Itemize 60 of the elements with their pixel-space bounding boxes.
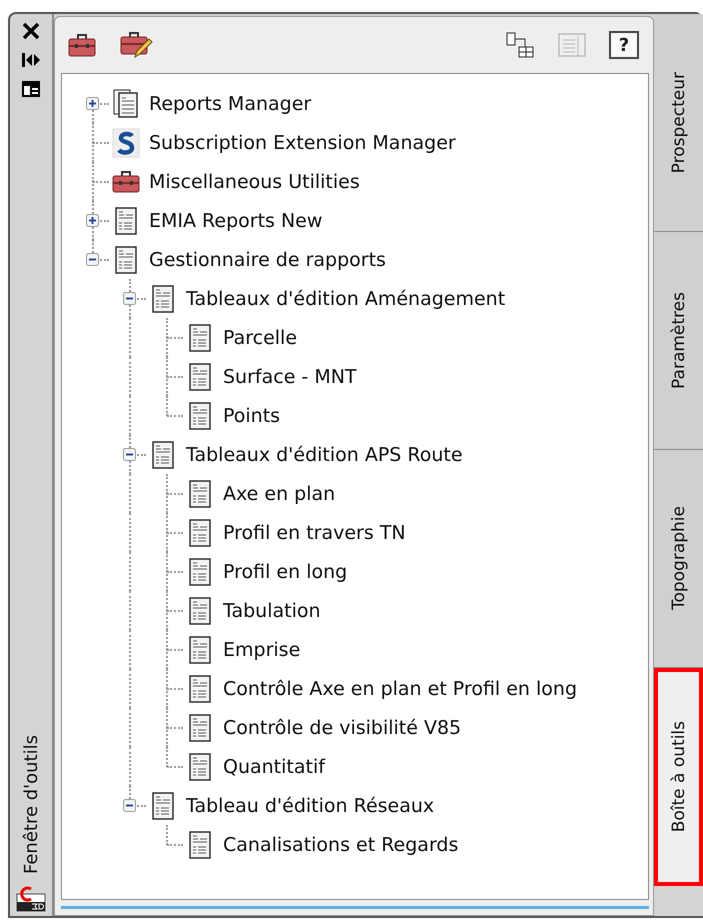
tree-item[interactable]: Contrôle de visibilité V85: [223, 716, 462, 738]
tree-item[interactable]: Parcelle: [223, 326, 298, 348]
report-icon: [189, 674, 211, 702]
toolbox-icon: [111, 170, 141, 194]
collapse-icon[interactable]: [123, 799, 136, 812]
report-icon: [115, 206, 137, 234]
tree-item[interactable]: Miscellaneous Utilities: [149, 170, 360, 192]
toolbox-icon[interactable]: [67, 32, 97, 58]
tree-item[interactable]: Canalisations et Regards: [223, 834, 458, 856]
tree-item[interactable]: Emprise: [223, 638, 300, 660]
side-tab[interactable]: Paramètres: [654, 232, 703, 450]
tree-item[interactable]: Subscription Extension Manager: [149, 132, 456, 154]
tree-item[interactable]: Profil en long: [223, 560, 348, 582]
s-letter-icon: [112, 128, 140, 158]
report-icon: [189, 714, 211, 742]
expand-icon[interactable]: [86, 97, 99, 110]
expand-icon[interactable]: [86, 214, 99, 227]
report-icon: [189, 752, 211, 780]
app-logo-icon: [16, 886, 46, 912]
side-tab[interactable]: Boîte à outils: [654, 668, 703, 886]
list-view-icon: [557, 31, 587, 59]
toolbox-pencil-icon[interactable]: [119, 30, 153, 60]
side-tab[interactable]: Topographie: [654, 450, 703, 668]
tree-item[interactable]: Points: [223, 404, 280, 426]
report-icon: [189, 830, 211, 858]
report-icon: [189, 402, 211, 430]
report-icon: [189, 518, 211, 546]
report-icon: [189, 480, 211, 508]
report-icon: [189, 558, 211, 586]
report-icon: [189, 636, 211, 664]
close-icon[interactable]: [22, 22, 40, 40]
tree-item[interactable]: Tableaux d'édition APS Route: [186, 444, 463, 466]
window-title: Fenêtre d'outils: [20, 734, 42, 874]
tree-item[interactable]: Axe en plan: [223, 482, 336, 504]
report-icon: [189, 324, 211, 352]
report-icon: [152, 284, 174, 312]
tree-item[interactable]: Contrôle Axe en plan et Profil en long: [223, 678, 578, 700]
collapse-icon[interactable]: [123, 292, 136, 305]
tree-view-icon[interactable]: [505, 31, 535, 59]
report-icon: [152, 440, 174, 468]
report-stack-icon: [113, 88, 139, 118]
tree-item[interactable]: Reports Manager: [149, 92, 312, 114]
auto-hide-icon[interactable]: [21, 52, 41, 68]
report-icon: [115, 246, 137, 274]
report-icon: [152, 792, 174, 820]
tree-item[interactable]: Tableaux d'édition Aménagement: [186, 288, 506, 310]
tree-item[interactable]: Profil en travers TN: [223, 522, 406, 544]
help-button[interactable]: ?: [609, 31, 639, 59]
collapse-icon[interactable]: [86, 253, 99, 266]
side-tab[interactable]: Prospecteur: [654, 14, 703, 232]
tree-item[interactable]: Tabulation: [223, 600, 321, 622]
tree-item[interactable]: Surface - MNT: [223, 366, 357, 388]
tree-item[interactable]: Tableau d'édition Réseaux: [186, 794, 434, 816]
tree-item[interactable]: Gestionnaire de rapports: [149, 248, 386, 270]
collapse-icon[interactable]: [123, 448, 136, 461]
tree-item[interactable]: EMIA Reports New: [149, 210, 322, 232]
properties-icon[interactable]: [21, 80, 41, 98]
report-icon: [189, 596, 211, 624]
report-icon: [189, 362, 211, 390]
tree-item[interactable]: Quantitatif: [223, 756, 325, 778]
